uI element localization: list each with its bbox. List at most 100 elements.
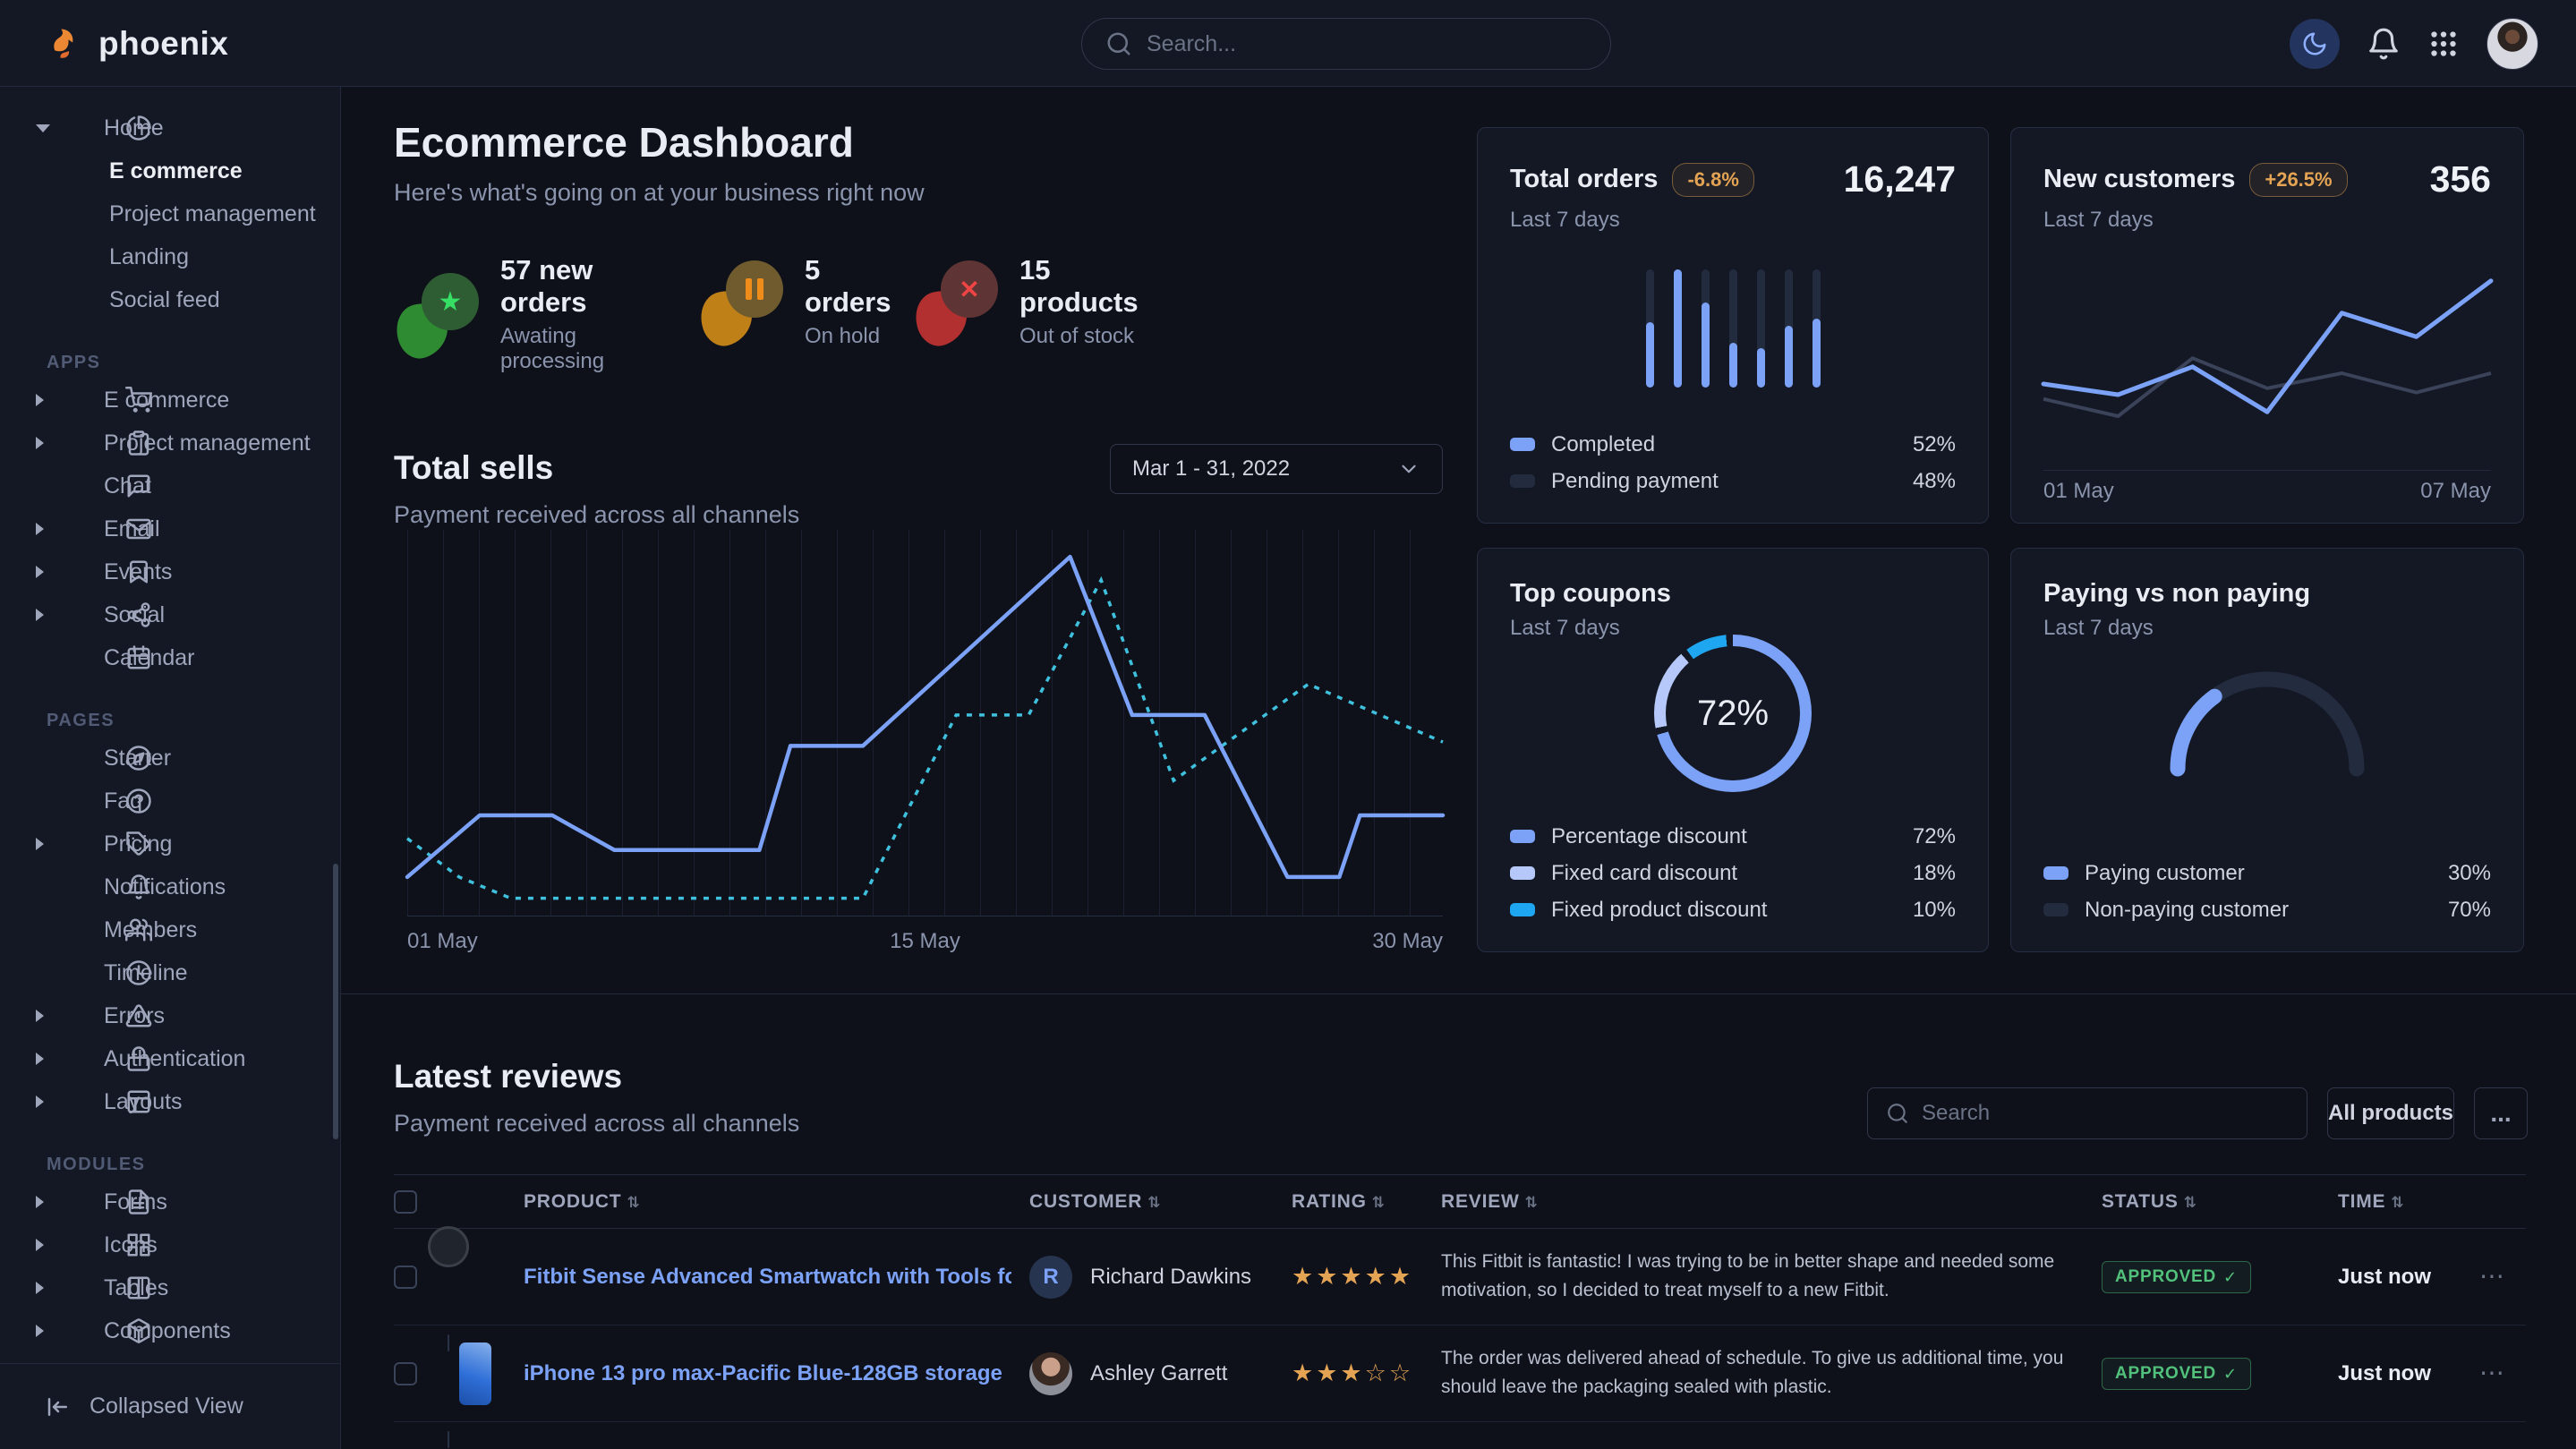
sidebar-item-social[interactable]: Social xyxy=(0,593,340,636)
column-header-status[interactable]: STATUS⇅ xyxy=(2102,1191,2197,1213)
notifications-button[interactable] xyxy=(2367,27,2401,61)
sidebar-item-errors[interactable]: Errors xyxy=(0,994,340,1037)
order-bar xyxy=(1757,269,1765,388)
date-range-select[interactable]: Mar 1 - 31, 2022 xyxy=(1110,444,1443,494)
rating-stars: ★★★☆☆ xyxy=(1292,1360,1413,1387)
sidebar-item-label: E commerce xyxy=(109,158,243,184)
row-checkbox[interactable] xyxy=(394,1266,417,1289)
sidebar-item-components[interactable]: Components xyxy=(0,1309,340,1352)
sidebar-item-label: Timeline xyxy=(104,960,188,986)
row-more-button[interactable]: ⋯ xyxy=(2479,1358,2504,1387)
sidebar-item-pricing[interactable]: Pricing xyxy=(0,823,340,865)
sidebar-item-home[interactable]: Home xyxy=(0,107,340,149)
row-more-button[interactable]: ⋯ xyxy=(2479,1261,2504,1291)
calendar-icon xyxy=(63,644,90,671)
product-link[interactable]: iPhone 13 pro max-Pacific Blue-128GB sto… xyxy=(524,1361,1002,1386)
sort-icon: ⇅ xyxy=(2391,1194,2404,1212)
column-header-customer[interactable]: CUSTOMER⇅ xyxy=(1029,1191,1161,1213)
global-search[interactable] xyxy=(1081,18,1611,70)
legend-swatch xyxy=(1510,438,1535,451)
product-thumbnail xyxy=(448,1431,449,1448)
sidebar-item-e-commerce[interactable]: E commerce xyxy=(0,379,340,422)
sidebar-item-label: Icons xyxy=(104,1232,158,1258)
brand-name: phoenix xyxy=(98,25,228,63)
sidebar-item-label: Pricing xyxy=(104,831,172,857)
product-link[interactable]: Fitbit Sense Advanced Smartwatch with To… xyxy=(524,1265,1011,1290)
sidebar-item-email[interactable]: Email xyxy=(0,507,340,550)
review-time: Just now xyxy=(2338,1265,2431,1290)
paying-vs-nonpaying-card: Paying vs non paying Last 7 days Paying … xyxy=(2010,548,2524,952)
lock-icon xyxy=(63,1045,90,1072)
customer-avatar xyxy=(1029,1352,1072,1395)
sidebar-item-faq[interactable]: Faq xyxy=(0,780,340,823)
column-header-product[interactable]: PRODUCT⇅ xyxy=(524,1191,640,1213)
stat-value: 5 orders xyxy=(805,254,891,319)
sidebar-item-social-feed[interactable]: Social feed xyxy=(0,278,340,321)
caret-right-icon xyxy=(36,1282,44,1294)
column-header-review[interactable]: REVIEW⇅ xyxy=(1441,1191,1539,1213)
order-bar xyxy=(1729,269,1737,388)
apps-grid-button[interactable] xyxy=(2427,28,2460,60)
sidebar-item-e-commerce[interactable]: E commerce xyxy=(0,149,340,192)
all-products-button[interactable]: All products xyxy=(2327,1087,2454,1139)
card-subtitle: Last 7 days xyxy=(2043,616,2491,641)
column-header-rating[interactable]: RATING⇅ xyxy=(1292,1191,1386,1213)
reviews-more-button[interactable]: ... xyxy=(2474,1087,2528,1139)
product-thumbnail[interactable] xyxy=(448,1238,449,1255)
sidebar: HomeE commerceProject managementLandingS… xyxy=(0,87,341,1449)
sidebar-item-project-management[interactable]: Project management xyxy=(0,422,340,465)
reviews-table-body: Fitbit Sense Advanced Smartwatch with To… xyxy=(394,1229,2526,1449)
sidebar-item-forms[interactable]: Forms xyxy=(0,1181,340,1223)
collapse-icon xyxy=(45,1394,72,1420)
caret-right-icon xyxy=(36,566,44,578)
legend-row: Fixed product discount 10% xyxy=(1510,891,1956,928)
product-thumbnail[interactable] xyxy=(448,1334,449,1351)
chevron-down-icon xyxy=(1397,457,1420,481)
brand[interactable]: phoenix xyxy=(47,0,228,87)
orders-bar-chart xyxy=(1478,269,1988,388)
sidebar-item-notifications[interactable]: Notifications xyxy=(0,865,340,908)
sidebar-scrollbar-thumb[interactable] xyxy=(333,864,338,1139)
column-header-time[interactable]: TIME⇅ xyxy=(2338,1191,2404,1213)
sidebar-item-label: Layouts xyxy=(104,1089,183,1115)
table-row: Fitbit Sense Advanced Smartwatch with To… xyxy=(394,1229,2526,1325)
sidebar-item-timeline[interactable]: Timeline xyxy=(0,951,340,994)
app-root: phoenix HomeE commerceProject management… xyxy=(0,0,2576,1449)
sort-icon: ⇅ xyxy=(2184,1194,2197,1212)
user-avatar[interactable] xyxy=(2486,18,2538,70)
sidebar-item-label: Email xyxy=(104,516,160,542)
sidebar-item-tables[interactable]: Tables xyxy=(0,1266,340,1309)
sidebar-item-label: Forms xyxy=(104,1189,167,1215)
sidebar-item-starter[interactable]: Starter xyxy=(0,737,340,780)
phoenix-logo-icon xyxy=(47,24,86,64)
sidebar-item-icons[interactable]: Icons xyxy=(0,1223,340,1266)
sort-icon: ⇅ xyxy=(627,1194,640,1212)
caret-right-icon xyxy=(36,838,44,850)
sidebar-item-events[interactable]: Events xyxy=(0,550,340,593)
collapsed-view-toggle[interactable]: Collapsed View xyxy=(0,1363,340,1449)
rating-stars: ★★★★★ xyxy=(1292,1263,1413,1291)
legend-label: Percentage discount xyxy=(1551,824,1747,849)
search-input[interactable] xyxy=(1147,31,1587,57)
theme-toggle-button[interactable] xyxy=(2290,19,2340,69)
select-all-checkbox[interactable] xyxy=(394,1190,417,1214)
alert-triangle-icon xyxy=(63,1002,90,1029)
row-checkbox[interactable] xyxy=(394,1362,417,1385)
sidebar-section-label-pages: PAGES xyxy=(0,704,340,737)
sidebar-item-chat[interactable]: Chat xyxy=(0,465,340,507)
sidebar-item-label: Social xyxy=(104,602,165,628)
reviews-search[interactable] xyxy=(1867,1087,2307,1139)
order-bar xyxy=(1702,269,1710,388)
reviews-search-input[interactable] xyxy=(1922,1101,2289,1126)
sidebar-item-calendar[interactable]: Calendar xyxy=(0,636,340,679)
sidebar-item-members[interactable]: Members xyxy=(0,908,340,951)
latest-reviews-title: Latest reviews xyxy=(394,1058,622,1095)
sidebar-item-authentication[interactable]: Authentication xyxy=(0,1037,340,1080)
sidebar-item-project-management[interactable]: Project management xyxy=(0,192,340,235)
sort-icon: ⇅ xyxy=(1147,1194,1161,1212)
table-row: iPhone 13 pro max-Pacific Blue-128GB sto… xyxy=(394,1325,2526,1422)
sidebar-item-layouts[interactable]: Layouts xyxy=(0,1080,340,1123)
caret-right-icon xyxy=(36,1095,44,1108)
card-title: Top coupons xyxy=(1510,579,1671,609)
sidebar-item-landing[interactable]: Landing xyxy=(0,235,340,278)
